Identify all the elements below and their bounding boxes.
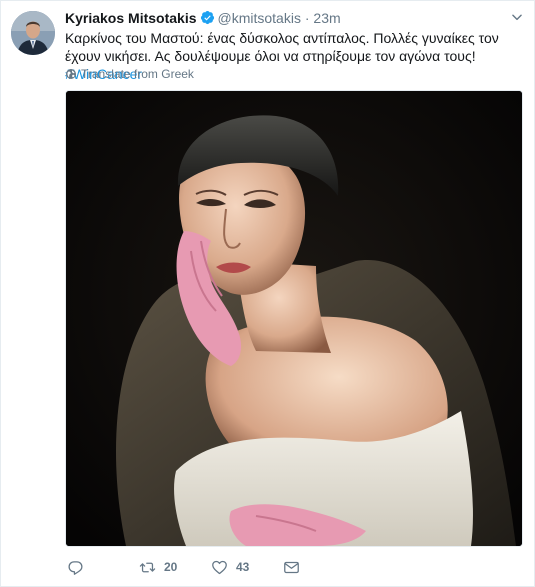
avatar[interactable] <box>11 11 55 55</box>
reply-icon <box>68 560 83 575</box>
retweet-icon <box>139 562 156 572</box>
author-name[interactable]: Kyriakos Mitsotakis <box>65 10 197 26</box>
chevron-down-icon[interactable] <box>510 10 524 24</box>
avatar-image <box>11 11 55 55</box>
direct-message-button[interactable] <box>283 557 300 577</box>
verified-badge-icon <box>200 10 214 25</box>
separator-dot: · <box>304 10 310 26</box>
reply-button[interactable] <box>67 557 92 577</box>
tweet-photo[interactable] <box>65 90 523 547</box>
photo-artwork <box>66 91 522 546</box>
globe-icon <box>66 69 76 79</box>
tweet-text-line-1: Καρκίνος του Μαστού: ένας δύσκολος αντίπ… <box>65 30 499 46</box>
like-button[interactable]: 43 <box>211 557 249 577</box>
translate-label: Translate from Greek <box>81 67 194 81</box>
tweet-timestamp[interactable]: 23m <box>313 10 340 26</box>
tweet-actions: 20 43 <box>65 557 525 577</box>
heart-icon <box>212 560 227 574</box>
retweet-button[interactable]: 20 <box>139 557 177 577</box>
tweet-card: Kyriakos Mitsotakis @kmitsotakis · 23m Κα… <box>0 0 535 587</box>
tweet-text-line-2-body: έχουν νικήσει. Ας δουλέψουμε όλοι να στη… <box>65 48 476 64</box>
like-count: 43 <box>236 560 250 574</box>
envelope-icon <box>284 561 299 573</box>
author-handle[interactable]: @kmitsotakis <box>218 10 301 26</box>
retweet-count: 20 <box>164 560 178 574</box>
tweet-header: Kyriakos Mitsotakis @kmitsotakis · 23m <box>65 9 524 27</box>
translate-link[interactable]: Translate from Greek <box>65 67 194 81</box>
